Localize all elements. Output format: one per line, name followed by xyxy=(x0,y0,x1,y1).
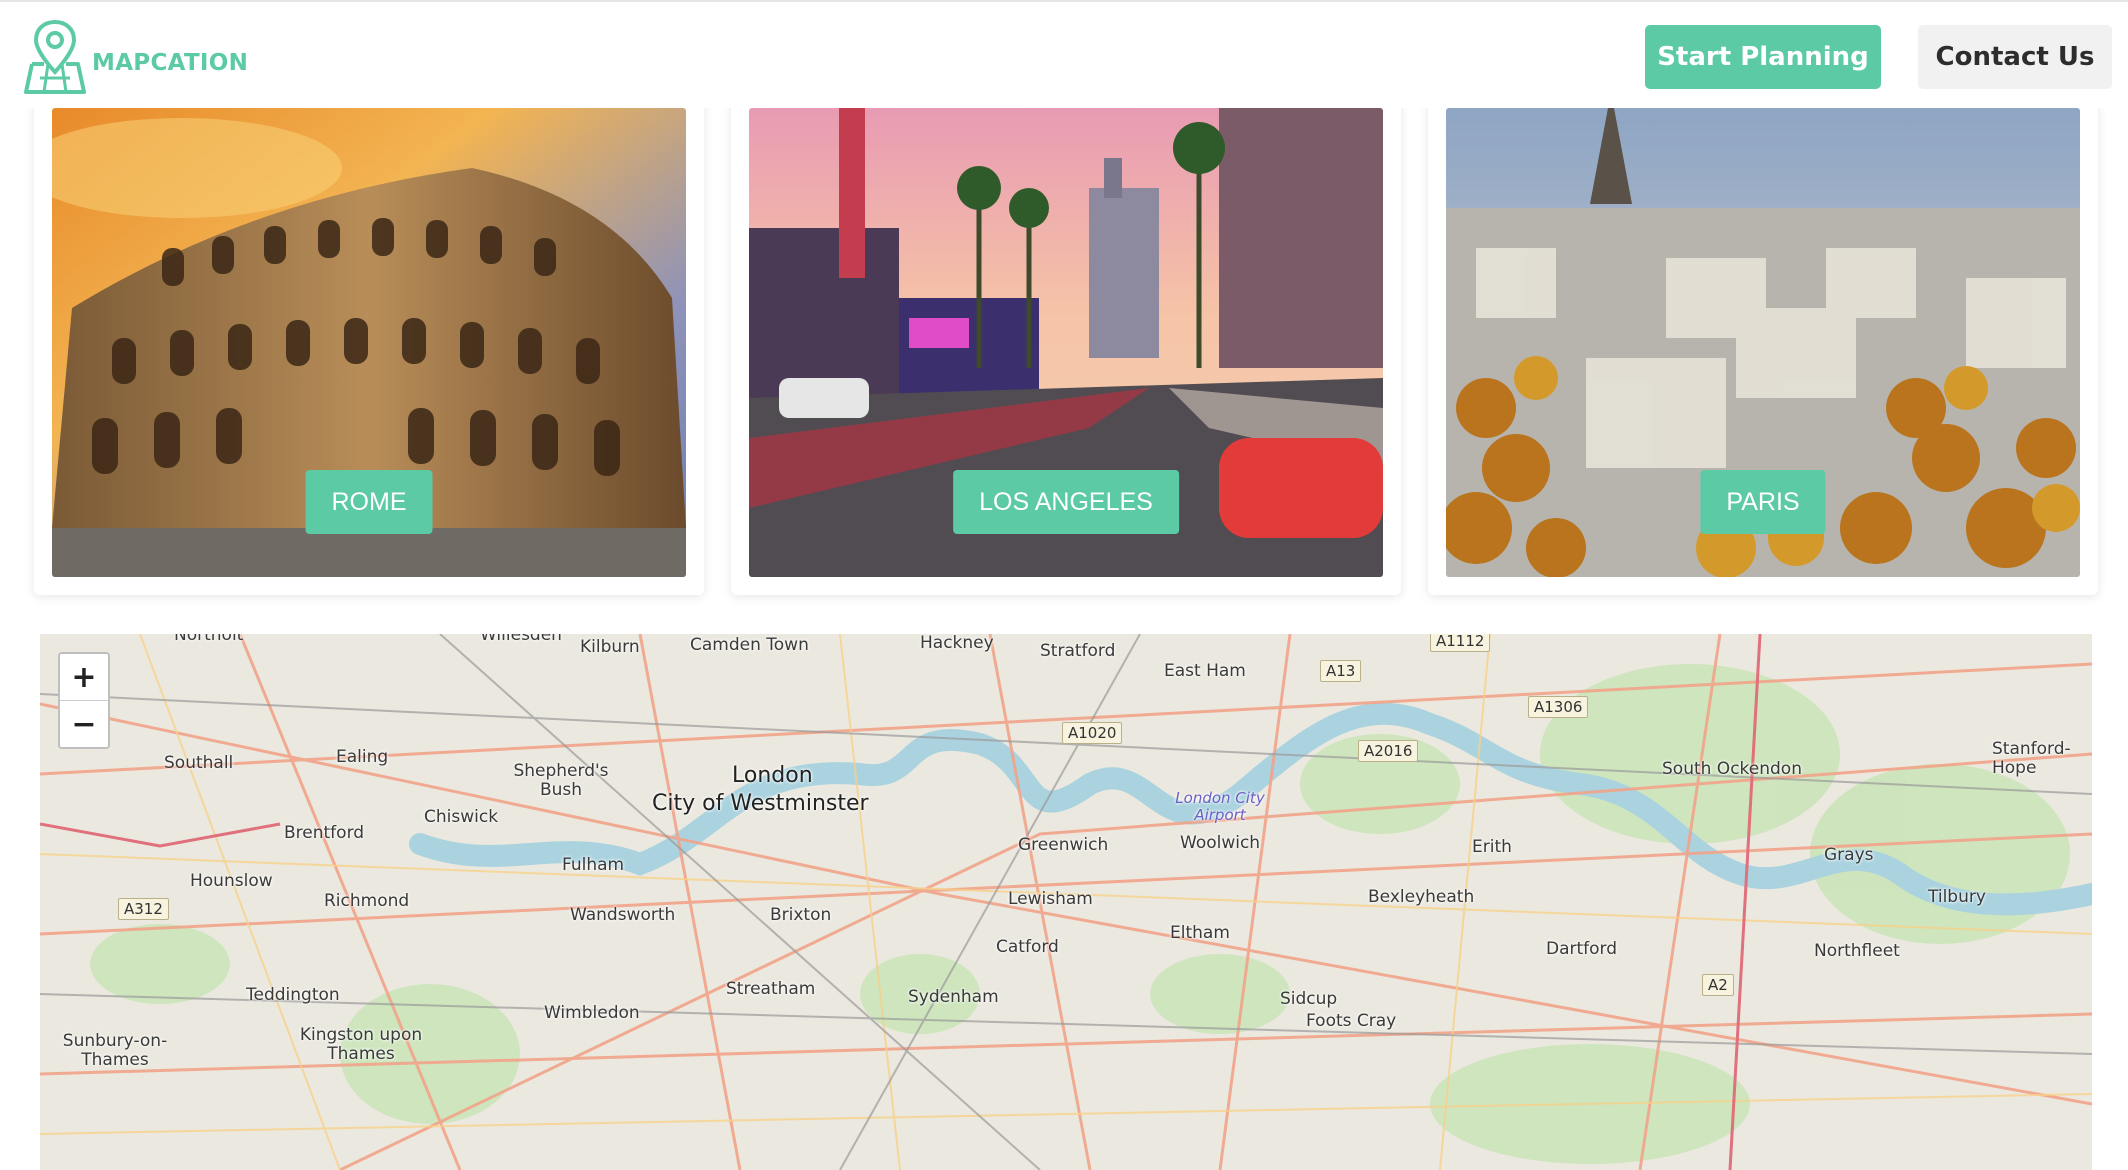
city-card-paris[interactable]: PARIS xyxy=(1428,60,2098,595)
road-badge-a13: A13 xyxy=(1320,660,1362,682)
map-label-erith: Erith xyxy=(1472,837,1512,857)
map-label-kilburn: Kilburn xyxy=(580,637,640,657)
map-label-camden-town: Camden Town xyxy=(690,635,809,655)
map-label-brentford: Brentford xyxy=(284,823,365,843)
map-label-south-ockendon: South Ockendon xyxy=(1662,759,1802,779)
map-label-teddington: Teddington xyxy=(246,985,340,1005)
map-label-london-city-airport: London City Airport xyxy=(1175,789,1265,824)
map-label-streatham: Streatham xyxy=(726,979,816,999)
map-label-east-ham: East Ham xyxy=(1164,661,1246,681)
map-view[interactable]: Kilburn Camden Town Hackney Stratford Ea… xyxy=(40,634,2092,1170)
city-button-rome[interactable]: ROME xyxy=(305,470,433,534)
map-label-stanford-hope: Stanford-Hope xyxy=(1992,739,2071,778)
map-label-ealing: Ealing xyxy=(336,747,389,767)
road-badge-a312: A312 xyxy=(118,898,169,920)
map-label-shepherds-bush: Shepherd's Bush xyxy=(513,761,609,800)
map-label-london: London xyxy=(732,763,813,788)
brand-name: MAPCATION xyxy=(92,50,249,76)
map-label-willesden: Willesden xyxy=(480,634,562,645)
map-label-greenwich: Greenwich xyxy=(1018,835,1109,855)
map-label-grays: Grays xyxy=(1824,845,1874,865)
map-label-richmond: Richmond xyxy=(324,891,410,911)
map-label-sydenham: Sydenham xyxy=(908,987,999,1007)
zoom-control: + − xyxy=(58,652,110,749)
map-label-chiswick: Chiswick xyxy=(424,807,499,827)
map-label-kingston-upon-thames: Kingston upon Thames xyxy=(299,1025,423,1064)
map-label-northfleet: Northfleet xyxy=(1814,941,1900,961)
city-card-los-angeles[interactable]: LOS ANGELES xyxy=(731,60,1401,595)
road-badge-a1020: A1020 xyxy=(1062,722,1123,744)
top-nav: MAPCATION Start Planning Contact Us xyxy=(0,0,2128,108)
city-card-rome[interactable]: ROME xyxy=(34,60,704,595)
map-label-hounslow: Hounslow xyxy=(190,871,273,891)
map-label-dartford: Dartford xyxy=(1546,939,1618,959)
road-badge-a1112: A1112 xyxy=(1430,634,1491,652)
map-label-catford: Catford xyxy=(996,937,1059,957)
map-label-stratford: Stratford xyxy=(1040,641,1116,661)
map-label-sunbury-on-thames: Sunbury-on-Thames xyxy=(62,1031,168,1070)
map-label-wandsworth: Wandsworth xyxy=(570,905,676,925)
map-label-fulham: Fulham xyxy=(562,855,625,875)
map-label-sidcup: Sidcup xyxy=(1280,989,1338,1009)
start-planning-button[interactable]: Start Planning xyxy=(1645,25,1881,89)
road-badge-a1306: A1306 xyxy=(1528,696,1589,718)
zoom-out-button[interactable]: − xyxy=(60,700,108,747)
map-label-southall: Southall xyxy=(164,753,234,773)
map-label-bexleyheath: Bexleyheath xyxy=(1368,887,1475,907)
map-label-lewisham: Lewisham xyxy=(1008,889,1093,909)
map-label-city-of-westminster: City of Westminster xyxy=(652,791,869,816)
map-label-woolwich: Woolwich xyxy=(1180,833,1261,853)
road-badge-a2: A2 xyxy=(1702,974,1734,996)
map-label-brixton: Brixton xyxy=(770,905,832,925)
map-label-eltham: Eltham xyxy=(1170,923,1230,943)
map-pin-icon xyxy=(24,20,86,94)
map-label-northolt: Northolt xyxy=(174,634,244,645)
contact-us-button[interactable]: Contact Us xyxy=(1918,25,2112,89)
map-label-hackney: Hackney xyxy=(920,634,994,653)
city-button-los-angeles[interactable]: LOS ANGELES xyxy=(953,470,1179,534)
city-button-paris[interactable]: PARIS xyxy=(1700,470,1826,534)
zoom-in-button[interactable]: + xyxy=(60,654,108,700)
map-label-foots-cray: Foots Cray xyxy=(1306,1011,1397,1031)
map-label-tilbury: Tilbury xyxy=(1928,887,1986,907)
road-badge-a2016: A2016 xyxy=(1358,740,1419,762)
brand-logo[interactable]: MAPCATION xyxy=(22,20,248,96)
map-label-wimbledon: Wimbledon xyxy=(544,1003,640,1023)
page: MAPCATION Start Planning Contact Us ROME… xyxy=(0,0,2128,1170)
